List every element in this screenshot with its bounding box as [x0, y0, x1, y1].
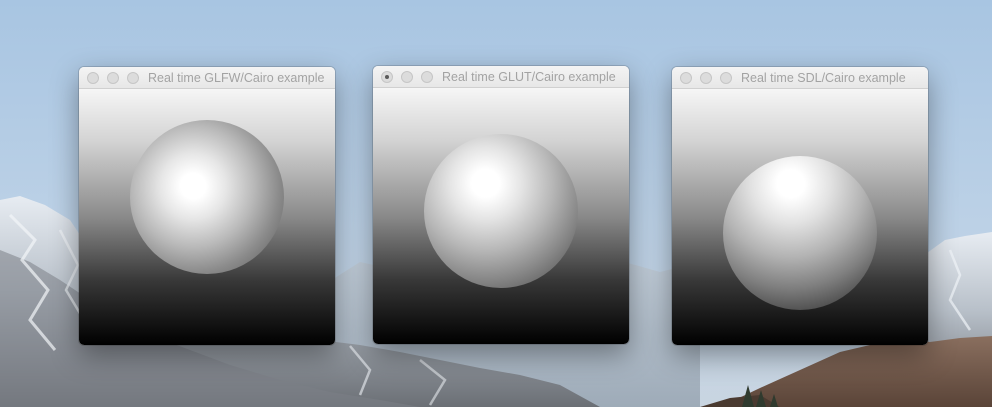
zoom-button[interactable] — [421, 71, 433, 83]
close-button[interactable] — [87, 72, 99, 84]
render-canvas — [79, 89, 335, 345]
shaded-sphere — [424, 134, 578, 288]
glfw-window[interactable]: Real time GLFW/Cairo example — [79, 67, 335, 345]
zoom-button[interactable] — [720, 72, 732, 84]
title-bar[interactable]: Real time GLUT/Cairo example — [373, 66, 629, 88]
window-title: Real time GLFW/Cairo example — [148, 71, 325, 85]
minimize-button[interactable] — [700, 72, 712, 84]
close-button[interactable] — [381, 71, 393, 83]
render-canvas — [672, 89, 928, 345]
window-title: Real time GLUT/Cairo example — [442, 70, 616, 84]
title-bar[interactable]: Real time SDL/Cairo example — [672, 67, 928, 89]
window-title: Real time SDL/Cairo example — [741, 71, 906, 85]
minimize-button[interactable] — [401, 71, 413, 83]
title-bar[interactable]: Real time GLFW/Cairo example — [79, 67, 335, 89]
render-canvas — [373, 88, 629, 344]
close-button[interactable] — [680, 72, 692, 84]
zoom-button[interactable] — [127, 72, 139, 84]
minimize-button[interactable] — [107, 72, 119, 84]
shaded-sphere — [130, 120, 284, 274]
shaded-sphere — [723, 156, 877, 310]
sdl-window[interactable]: Real time SDL/Cairo example — [672, 67, 928, 345]
glut-window[interactable]: Real time GLUT/Cairo example — [373, 66, 629, 344]
unsaved-dot-icon — [385, 75, 389, 79]
